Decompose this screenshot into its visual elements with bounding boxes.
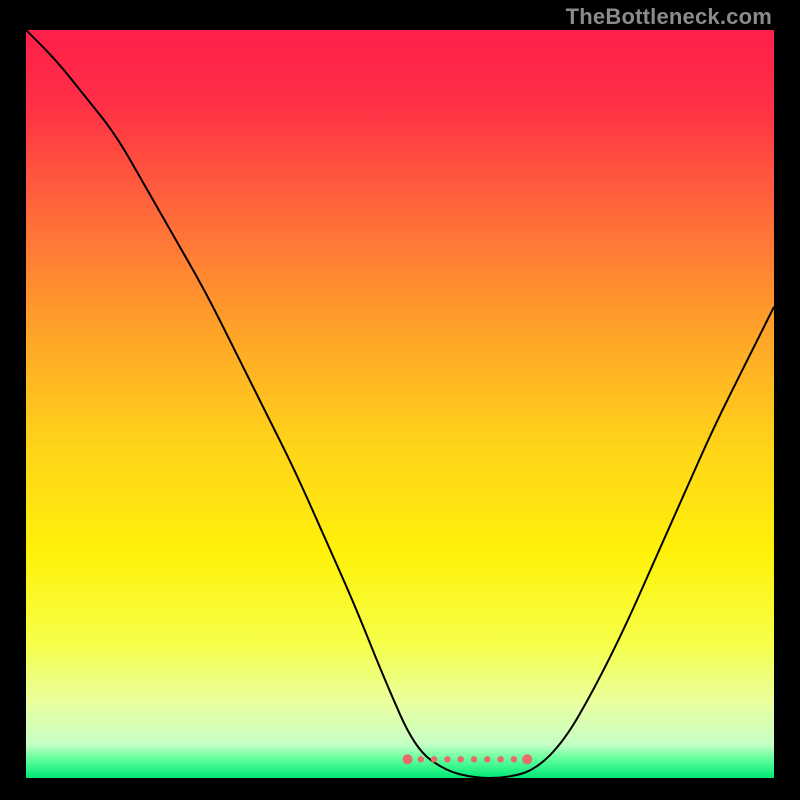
watermark-text: TheBottleneck.com: [566, 4, 772, 30]
chart-background: [26, 30, 774, 778]
plot-frame: [26, 30, 774, 778]
bottleneck-chart: [26, 30, 774, 778]
